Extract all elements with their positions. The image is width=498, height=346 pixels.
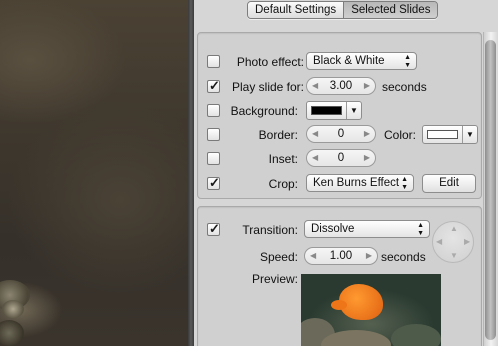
border-row: Border: ◀ 0 ▶ Color: ▼ bbox=[198, 124, 483, 146]
transition-preview-image bbox=[301, 274, 441, 346]
photo-effect-label: Photo effect: bbox=[236, 55, 304, 69]
increment-arrow-icon[interactable]: ▶ bbox=[364, 150, 370, 166]
transition-checkbox[interactable]: ✓ bbox=[207, 221, 220, 236]
decrement-arrow-icon[interactable]: ◀ bbox=[312, 126, 318, 142]
checkmark-icon: ✓ bbox=[209, 175, 220, 190]
crop-edit-button[interactable]: Edit bbox=[422, 174, 476, 193]
speed-unit: seconds bbox=[381, 250, 426, 264]
play-slide-unit: seconds bbox=[382, 80, 427, 94]
border-color-label: Color: bbox=[384, 128, 417, 142]
background-label: Background: bbox=[230, 104, 298, 118]
preview-label: Preview: bbox=[251, 272, 298, 286]
left-arrow-icon[interactable]: ◀ bbox=[436, 237, 442, 246]
transition-label: Transition: bbox=[242, 223, 298, 237]
play-slide-row: ✓ Play slide for: ◀ 3.00 ▶ seconds bbox=[198, 76, 483, 98]
crop-row: ✓ Crop: Ken Burns Effect ▲ ▼ Edit bbox=[198, 173, 483, 195]
down-arrow-icon[interactable]: ▼ bbox=[450, 251, 458, 260]
border-color-well[interactable]: ▼ bbox=[422, 125, 478, 144]
inset-stepper[interactable]: ◀ 0 ▶ bbox=[306, 149, 376, 167]
tab-default-settings[interactable]: Default Settings bbox=[248, 2, 344, 18]
photo-effect-popup[interactable]: Black & White ▲ ▼ bbox=[306, 52, 417, 70]
checkmark-icon: ✓ bbox=[209, 78, 220, 93]
play-slide-label: Play slide for: bbox=[231, 80, 304, 94]
crop-value: Ken Burns Effect bbox=[313, 177, 400, 189]
speed-stepper[interactable]: ◀ 1.00 ▶ bbox=[304, 247, 378, 265]
checkmark-icon: ✓ bbox=[209, 221, 220, 236]
popup-arrows-icon: ▲ ▼ bbox=[404, 54, 411, 69]
inset-label: Inset: bbox=[268, 152, 298, 166]
border-stepper[interactable]: ◀ 0 ▶ bbox=[306, 125, 376, 143]
tab-selected-slides[interactable]: Selected Slides bbox=[343, 2, 438, 18]
popup-arrows-icon: ▲ ▼ bbox=[401, 176, 408, 191]
transition-direction-control[interactable]: ▲ ▼ ◀ ▶ bbox=[432, 221, 474, 263]
chevron-down-icon[interactable]: ▼ bbox=[346, 102, 361, 119]
slide-inspector-panel: Default Settings Selected Slides Photo e… bbox=[194, 0, 498, 346]
crop-popup[interactable]: Ken Burns Effect ▲ ▼ bbox=[306, 174, 414, 192]
decrement-arrow-icon[interactable]: ◀ bbox=[312, 150, 318, 166]
transition-popup[interactable]: Dissolve ▲ ▼ bbox=[304, 220, 430, 238]
increment-arrow-icon[interactable]: ▶ bbox=[366, 248, 372, 264]
crop-label: Crop: bbox=[268, 177, 298, 191]
right-arrow-icon[interactable]: ▶ bbox=[464, 237, 470, 246]
background-color-swatch bbox=[311, 106, 342, 115]
inset-row: Inset: ◀ 0 ▶ bbox=[198, 148, 483, 170]
decrement-arrow-icon[interactable]: ◀ bbox=[312, 78, 318, 94]
border-label: Border: bbox=[258, 128, 298, 142]
play-slide-checkbox[interactable]: ✓ bbox=[207, 78, 220, 93]
decrement-arrow-icon[interactable]: ◀ bbox=[310, 248, 316, 264]
settings-segmented-control: Default Settings Selected Slides bbox=[247, 1, 439, 19]
increment-arrow-icon[interactable]: ▶ bbox=[364, 78, 370, 94]
play-slide-stepper[interactable]: ◀ 3.00 ▶ bbox=[306, 77, 376, 95]
photo-effect-row: Photo effect: Black & White ▲ ▼ bbox=[198, 51, 483, 73]
slide-settings-group: Photo effect: Black & White ▲ ▼ ✓ Play sl… bbox=[197, 32, 482, 199]
crop-checkbox[interactable]: ✓ bbox=[207, 175, 220, 190]
slide-photo bbox=[0, 0, 188, 346]
border-color-swatch bbox=[427, 130, 458, 139]
background-row: Background: ▼ bbox=[198, 100, 483, 122]
photo-effect-value: Black & White bbox=[313, 55, 385, 67]
background-checkbox[interactable] bbox=[207, 104, 220, 117]
inset-checkbox[interactable] bbox=[207, 152, 220, 165]
scrollbar-thumb[interactable] bbox=[485, 40, 496, 340]
increment-arrow-icon[interactable]: ▶ bbox=[364, 126, 370, 142]
transition-value: Dissolve bbox=[311, 223, 355, 235]
photo-effect-checkbox[interactable] bbox=[207, 55, 220, 68]
up-arrow-icon[interactable]: ▲ bbox=[450, 224, 458, 233]
background-color-well[interactable]: ▼ bbox=[306, 101, 362, 120]
speed-label: Speed: bbox=[259, 250, 298, 264]
border-checkbox[interactable] bbox=[207, 128, 220, 141]
popup-arrows-icon: ▲ ▼ bbox=[417, 222, 424, 237]
chevron-down-icon[interactable]: ▼ bbox=[462, 126, 477, 143]
